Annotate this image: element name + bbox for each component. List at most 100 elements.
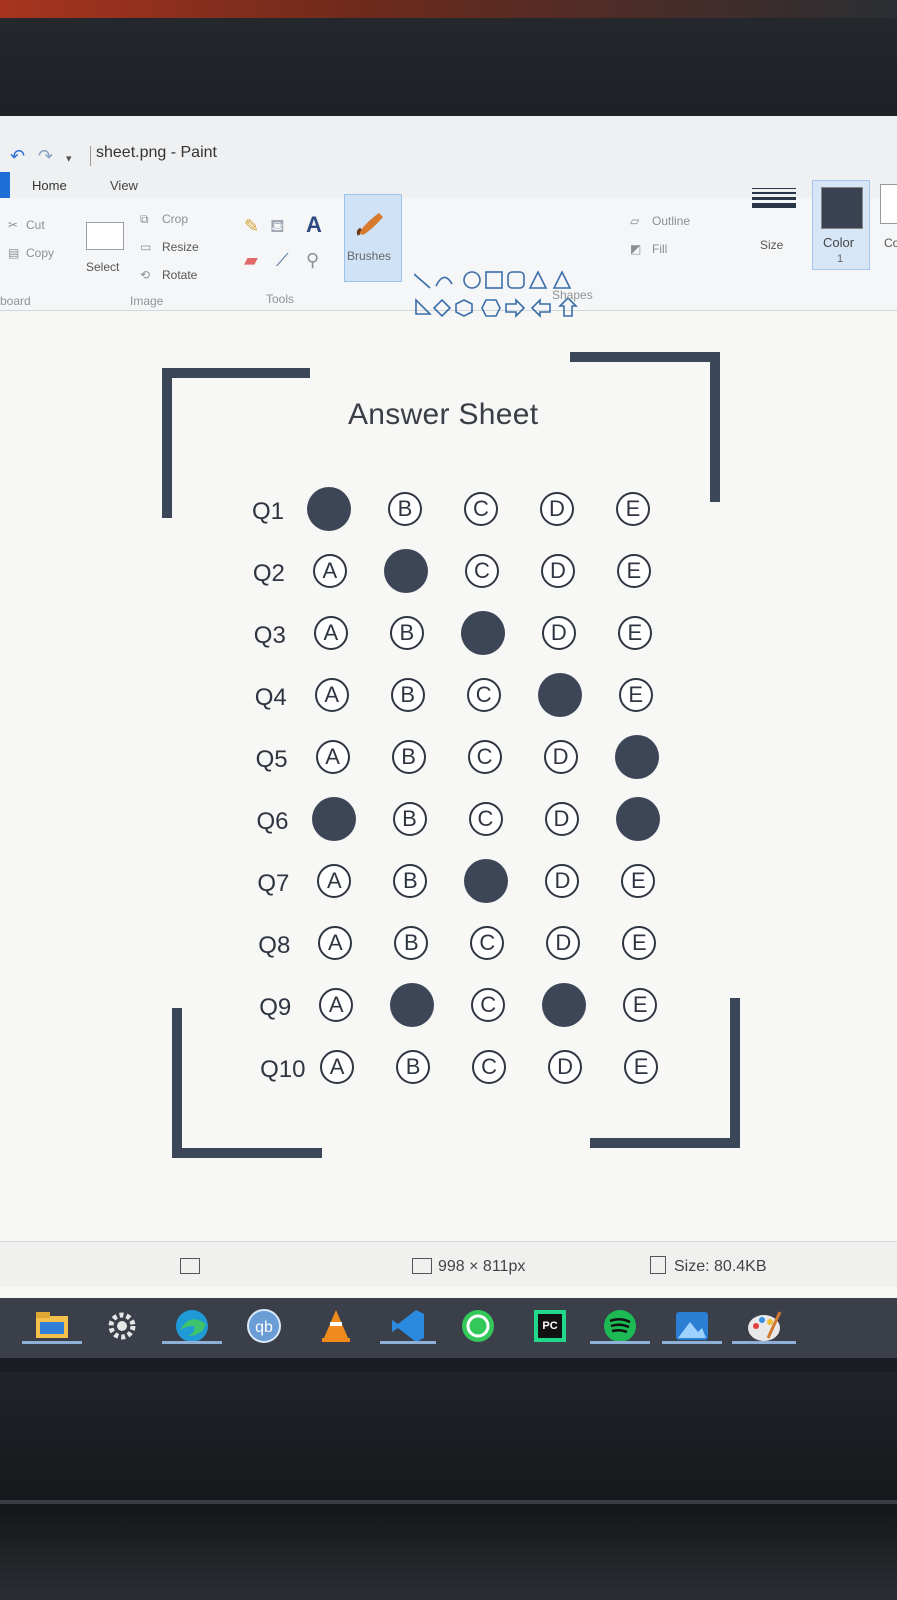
brushes-button[interactable]: Brushes (344, 194, 402, 282)
color2-swatch[interactable] (880, 184, 897, 224)
color-picker-icon[interactable]: ⟋ (276, 250, 289, 271)
answer-bubble-b: B (384, 550, 427, 592)
keyboard-edge (0, 1500, 897, 1504)
photos-icon[interactable] (662, 1306, 722, 1346)
fill-icon[interactable]: ⛾ (270, 216, 285, 240)
question-row: Q7 A B C D E (155, 860, 775, 906)
copy-icon[interactable]: ▤ (8, 246, 19, 260)
corner-bracket-bottom-right-h (590, 1138, 740, 1148)
answer-bubble-c: C (464, 492, 498, 526)
question-row: Q6 A B C D E (155, 798, 775, 844)
eraser-icon[interactable]: ▰ (244, 250, 258, 271)
answer-bubble-c: C (467, 740, 502, 774)
photo-top-edge (0, 0, 897, 18)
answer-bubble-c: C (472, 1050, 507, 1084)
answer-sheet-image: Answer Sheet Q1ABCDEQ2ABCDEQ3ABCDEQ4ABCD… (150, 338, 770, 1178)
edge-running-indicator (162, 1341, 222, 1344)
answer-bubble-d: D (540, 492, 574, 526)
pycharm-icon[interactable]: PC (530, 1306, 570, 1346)
answer-bubble-e: E (616, 798, 659, 840)
size-lines-icon[interactable] (752, 188, 796, 224)
paint-window: ↶ ↷ ▾ sheet.png - Paint Home View ✂ Cut … (0, 116, 897, 1316)
rotate-button[interactable]: Rotate (162, 268, 197, 282)
redo-icon[interactable]: ↷ (38, 146, 53, 167)
question-label: Q4 (254, 684, 287, 711)
answer-bubble-d: D (545, 864, 580, 898)
question-label: Q1 (252, 498, 285, 525)
answer-bubble-b: B (390, 678, 425, 712)
vlc-icon[interactable] (316, 1306, 356, 1346)
answer-bubble-e: E (624, 1050, 659, 1084)
crop-button[interactable]: Crop (162, 212, 188, 226)
undo-icon[interactable]: ↶ (10, 146, 25, 167)
fill-bucket-icon[interactable]: ◩ (630, 242, 641, 256)
cut-icon[interactable]: ✂ (8, 218, 18, 232)
rotate-icon[interactable]: ⟲ (140, 268, 150, 282)
canvas-area[interactable]: Answer Sheet Q1ABCDEQ2ABCDEQ3ABCDEQ4ABCD… (0, 318, 897, 1228)
tools-group-label: Tools (266, 292, 295, 306)
tab-view[interactable]: View (110, 178, 138, 193)
question-row: Q10 A B C D E (158, 1048, 778, 1092)
answer-bubble-b: B (392, 802, 427, 836)
answer-bubble-b: B (391, 984, 434, 1026)
question-row: Q9 A B C D E (157, 984, 777, 1030)
answer-bubble-b: B (396, 1050, 431, 1084)
edge-icon[interactable] (162, 1306, 222, 1346)
size-button[interactable]: Size (760, 238, 783, 252)
color2-label[interactable]: Co (884, 236, 897, 250)
ribbon: ✂ Cut ▤ Copy board Select ⧉ Crop ▭ Resiz… (0, 180, 897, 346)
title-separator (90, 146, 91, 166)
question-label: Q10 (260, 1056, 306, 1083)
answer-bubble-b: B (394, 926, 429, 960)
answer-sheet-title: Answer Sheet (348, 398, 539, 431)
color1-button[interactable]: Color 1 (812, 180, 870, 270)
answer-bubble-e: E (615, 736, 658, 778)
answer-bubble-e: E (618, 678, 653, 712)
shapes-group-label: Shapes (552, 288, 593, 302)
whatsapp-icon[interactable] (458, 1306, 498, 1346)
pencil-icon[interactable]: ✎ (244, 216, 259, 237)
customize-quick-access-icon[interactable]: ▾ (66, 152, 72, 165)
svg-text:qb: qb (255, 1319, 273, 1336)
answer-bubble-a: A (317, 864, 352, 898)
answer-bubble-e: E (617, 616, 652, 650)
answer-bubble-a: A (320, 1050, 355, 1084)
brush-icon (356, 213, 383, 236)
canvas-dimensions: 998 × 811px (438, 1258, 526, 1275)
answer-bubble-d: D (543, 984, 586, 1026)
color1-swatch (821, 187, 863, 229)
question-label: Q9 (259, 994, 292, 1021)
copy-button[interactable]: Copy (26, 246, 54, 260)
file-size: Size: 80.4KB (674, 1258, 767, 1275)
answer-bubble-a: A (314, 678, 349, 712)
photos-running-indicator (662, 1341, 722, 1344)
vscode-icon[interactable] (380, 1306, 436, 1346)
select-button[interactable]: Select (86, 260, 119, 274)
question-row: Q8 A B C D E (156, 924, 776, 968)
answer-bubble-e: E (622, 926, 657, 960)
outline-icon[interactable]: ▱ (630, 214, 639, 228)
answer-bubble-c: C (468, 802, 503, 836)
magnifier-icon[interactable]: ⚲ (306, 250, 319, 271)
cut-button[interactable]: Cut (26, 218, 45, 232)
answer-bubble-e: E (616, 492, 650, 526)
paint-icon[interactable] (732, 1306, 796, 1346)
outline-dropdown[interactable]: Outline (652, 214, 690, 228)
tab-home[interactable]: Home (32, 178, 67, 193)
file-explorer-icon[interactable] (22, 1306, 82, 1346)
resize-button[interactable]: Resize (162, 240, 199, 254)
select-icon[interactable] (86, 222, 124, 250)
text-tool-icon[interactable]: A (306, 212, 322, 238)
crop-icon[interactable]: ⧉ (140, 212, 149, 227)
corner-bracket-top-right-v (710, 352, 720, 502)
paint-running-indicator (732, 1341, 796, 1344)
question-label: Q2 (252, 560, 285, 587)
fill-dropdown[interactable]: Fill (652, 242, 667, 256)
qbittorrent-icon[interactable]: qb (244, 1306, 284, 1346)
answer-bubble-b: B (389, 616, 424, 650)
resize-icon[interactable]: ▭ (140, 240, 151, 254)
settings-icon[interactable] (102, 1306, 142, 1346)
question-label: Q7 (257, 870, 290, 897)
answer-bubble-c: C (465, 860, 508, 902)
spotify-icon[interactable] (590, 1306, 650, 1346)
